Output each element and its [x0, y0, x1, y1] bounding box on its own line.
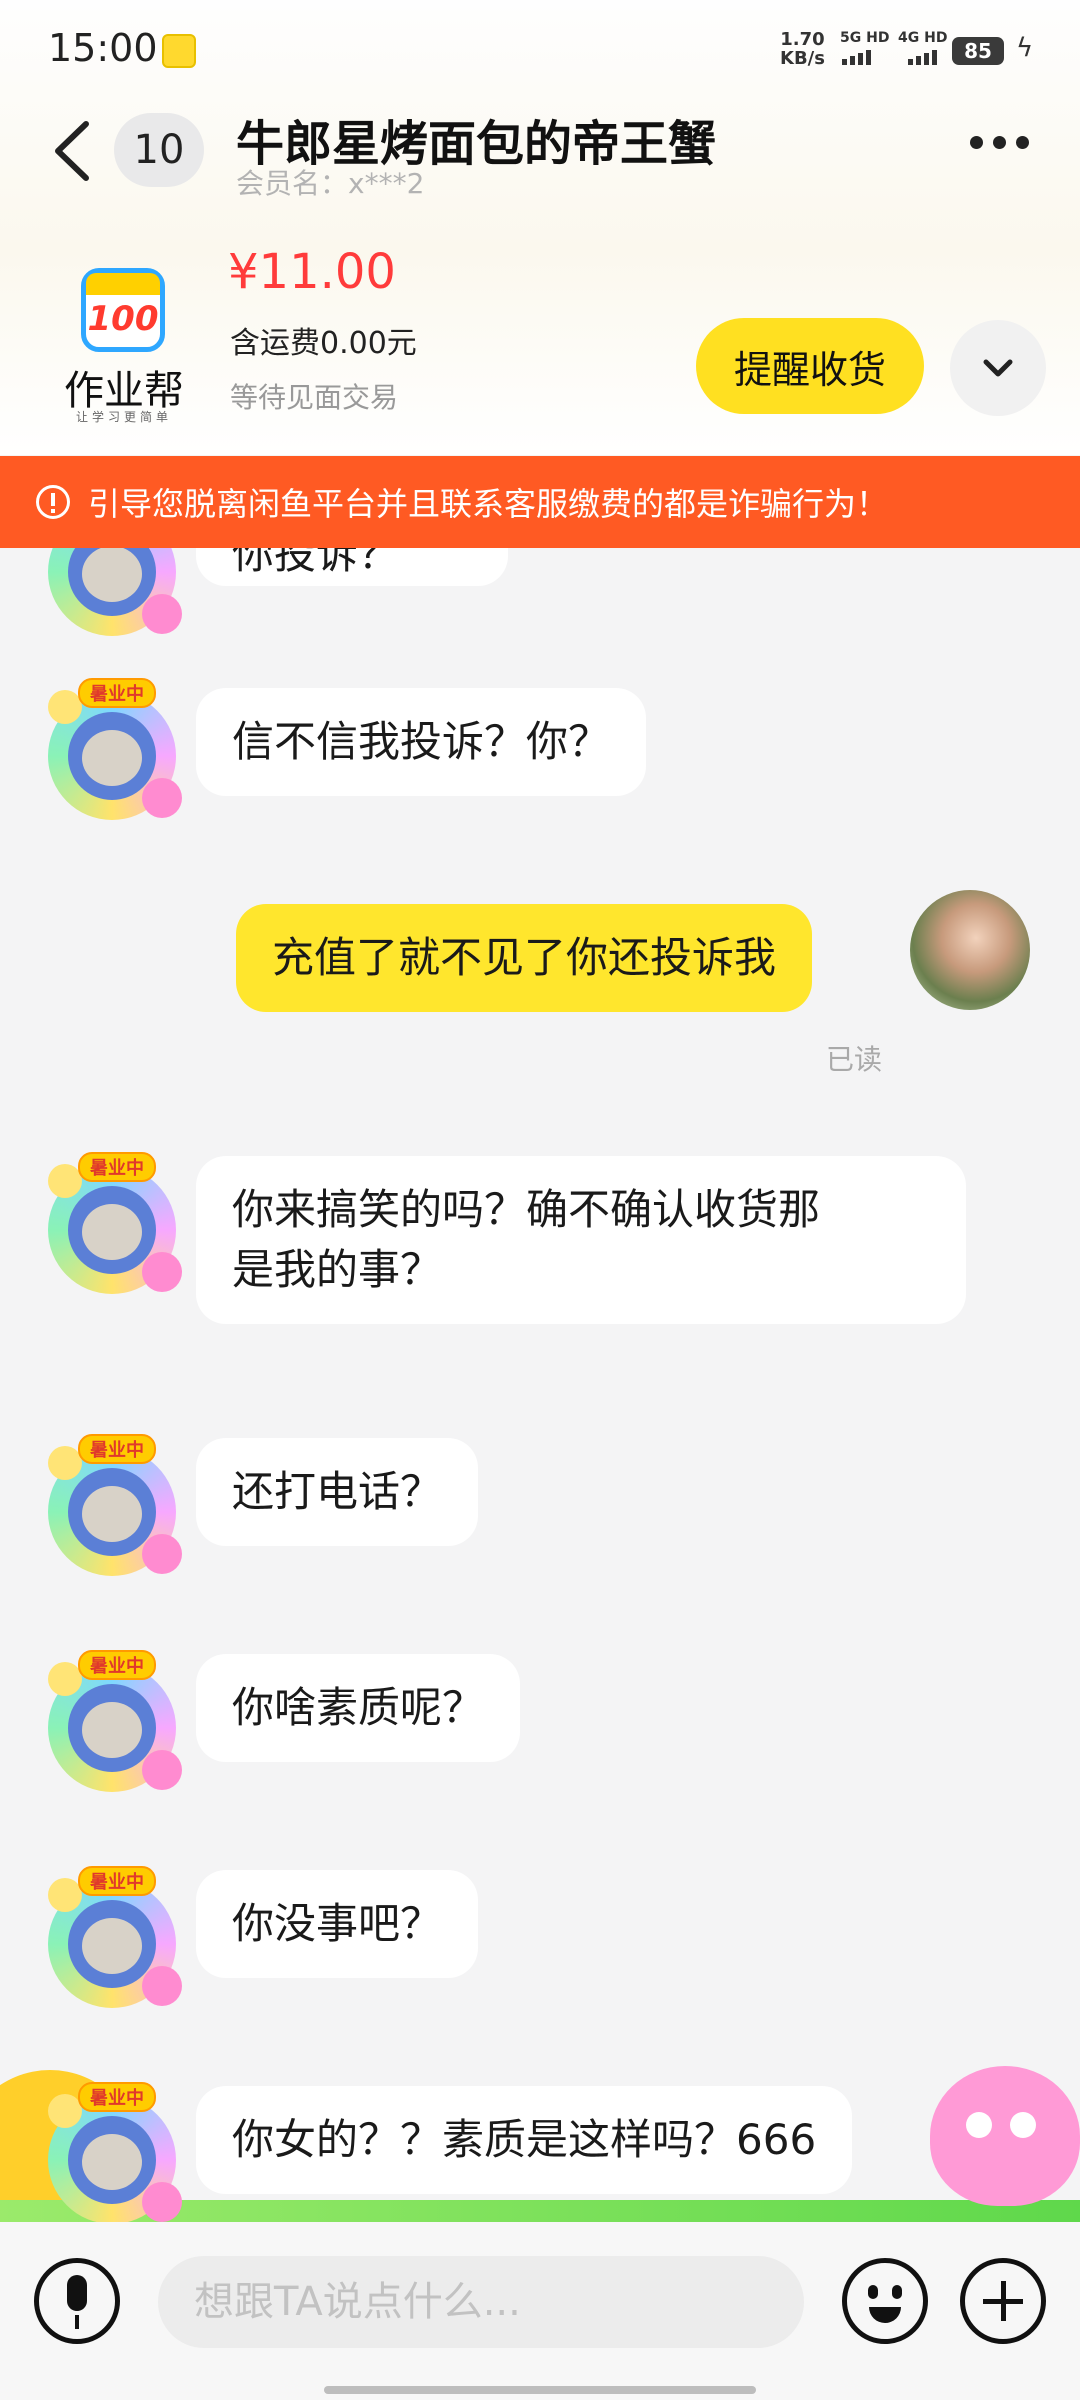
- fraud-warning-text: 引导您脱离闲鱼平台并且联系客服缴费的都是诈骗行为！: [88, 485, 889, 523]
- network-speed-value: 1.70: [780, 29, 825, 50]
- sender-avatar[interactable]: 暑业中: [40, 674, 188, 822]
- status-bar: 15:00 1.70 KB/s 5G HD 4G HD 85 ϟ: [0, 0, 1080, 100]
- read-receipt: 已读: [826, 1043, 883, 1076]
- message-text: 你投诉？: [232, 548, 401, 578]
- message-bubble[interactable]: 信不信我投诉？你？: [196, 688, 647, 796]
- sender-avatar[interactable]: 暑业中: [40, 1646, 188, 1794]
- message-bubble[interactable]: 你没事吧？: [196, 1870, 479, 1978]
- message-bubble[interactable]: 还打电话？: [196, 1438, 479, 1546]
- sender-avatar[interactable]: 暑业中: [40, 1430, 188, 1578]
- warning-icon: [36, 485, 70, 519]
- microphone-icon[interactable]: [34, 2258, 120, 2344]
- avatar-tag: 暑业中: [78, 1866, 156, 1896]
- charging-icon: ϟ: [1016, 33, 1034, 63]
- my-message-bubble[interactable]: 充值了就不见了你还投诉我: [236, 904, 813, 1012]
- network-speed: 1.70 KB/s: [780, 30, 825, 68]
- emoji-icon[interactable]: [842, 2258, 928, 2344]
- message-bubble[interactable]: 你女的？？素质是这样吗？666: [196, 2086, 853, 2194]
- my-avatar[interactable]: [910, 890, 1030, 1010]
- message-text: 你没事吧？: [232, 1899, 443, 1948]
- app-logo-icon: 100: [81, 268, 165, 352]
- remind-receipt-button[interactable]: 提醒收货: [696, 318, 924, 414]
- product-price: ¥11.00: [228, 244, 396, 300]
- sender-avatar[interactable]: 暑业中: [40, 548, 188, 638]
- avatar-tag: 暑业中: [78, 1434, 156, 1464]
- signal-bars-2-icon: [908, 50, 937, 65]
- sender-avatar[interactable]: 暑业中: [40, 1862, 188, 2010]
- cat-avatar-icon: [68, 1468, 156, 1556]
- input-bar: [0, 2222, 1080, 2400]
- avatar-tag: 暑业中: [78, 678, 156, 708]
- cat-avatar-icon: [68, 1186, 156, 1274]
- cat-avatar-icon: [68, 2116, 156, 2204]
- signal-label-1: 5G HD: [840, 30, 890, 46]
- battery-icon: 85: [952, 37, 1004, 65]
- member-name: 会员名：x***2: [236, 167, 425, 200]
- home-indicator[interactable]: [324, 2386, 756, 2394]
- octopus-mascot-icon: [930, 2066, 1080, 2206]
- signal-label-2: 4G HD: [898, 30, 948, 46]
- sender-avatar[interactable]: 暑业中: [40, 1148, 188, 1296]
- deal-status: 等待见面交易: [230, 381, 399, 414]
- notification-app-icon: [162, 34, 196, 68]
- cat-avatar-icon: [68, 1684, 156, 1772]
- message-input[interactable]: [158, 2256, 804, 2348]
- logo-slogan: 让学习更简单: [75, 410, 172, 424]
- cat-avatar-icon: [68, 1900, 156, 1988]
- avatar-tag: 暑业中: [78, 1650, 156, 1680]
- message-bubble[interactable]: 你啥素质呢？: [196, 1654, 521, 1762]
- message-text: 你女的？？素质是这样吗？666: [232, 2115, 817, 2164]
- message-text: 充值了就不见了你还投诉我: [272, 933, 777, 982]
- message-bubble[interactable]: 你投诉？: [196, 548, 508, 586]
- message-text: 信不信我投诉？你？: [232, 717, 611, 766]
- product-thumbnail[interactable]: 100 作业帮 让学习更简单: [44, 248, 204, 428]
- message-bubble[interactable]: 你来搞笑的吗？确不确认收货那 是我的事？: [196, 1156, 966, 1324]
- message-text-line-1: 你来搞笑的吗？确不确认收货那: [232, 1185, 821, 1234]
- network-speed-unit: KB/s: [780, 48, 825, 69]
- chevron-down-icon: [983, 359, 1013, 377]
- shipping-fee: 含运费0.00元: [230, 326, 417, 361]
- more-icon[interactable]: [970, 136, 1029, 149]
- back-icon[interactable]: [48, 118, 98, 184]
- sender-avatar[interactable]: 暑业中: [40, 2078, 188, 2226]
- message-list[interactable]: 暑业中 你投诉？ 暑业中 信不信我投诉？你？ 充值了就不见了你还投诉我 已读 暑…: [0, 548, 1080, 2220]
- unread-count-badge[interactable]: 10: [114, 113, 204, 187]
- status-time: 15:00: [48, 26, 158, 70]
- plus-icon[interactable]: [960, 2258, 1046, 2344]
- message-text: 还打电话？: [232, 1467, 443, 1516]
- signal-bars-1-icon: [842, 50, 871, 65]
- avatar-tag: 暑业中: [78, 2082, 156, 2112]
- cat-avatar-icon: [68, 712, 156, 800]
- fraud-warning-banner: 引导您脱离闲鱼平台并且联系客服缴费的都是诈骗行为！: [0, 456, 1080, 548]
- message-text: 你啥素质呢？: [232, 1683, 485, 1732]
- logo-number: 100: [87, 299, 159, 339]
- expand-card-button[interactable]: [950, 320, 1046, 416]
- message-text-line-2: 是我的事？: [232, 1245, 443, 1294]
- avatar-tag: 暑业中: [78, 1152, 156, 1182]
